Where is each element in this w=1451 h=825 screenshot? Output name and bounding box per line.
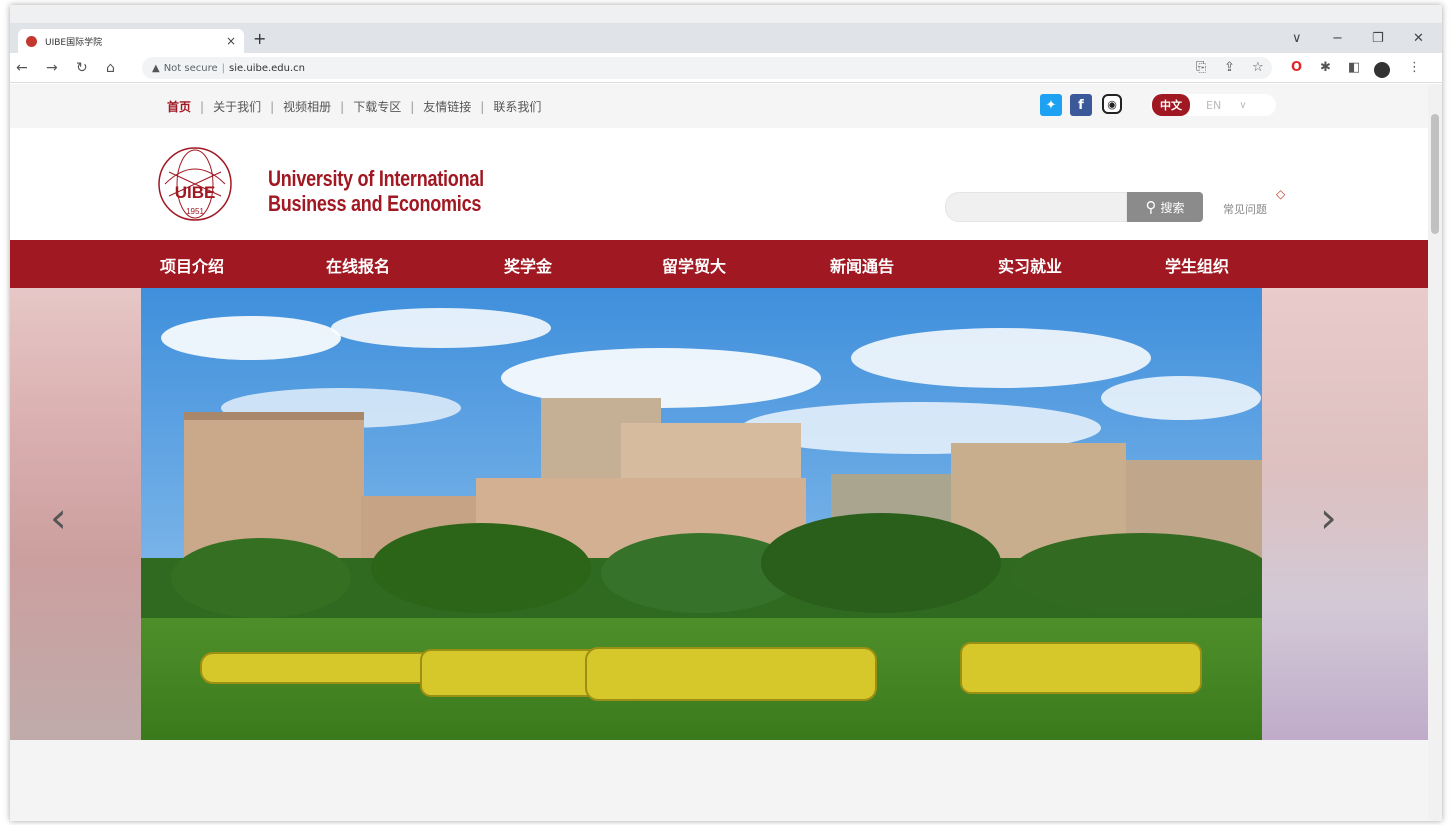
faq-link[interactable]: 常见问题 <box>1223 201 1267 217</box>
university-name[interactable]: University of International Business and… <box>268 166 484 216</box>
nav-link-about[interactable]: 关于我们 <box>213 98 261 115</box>
seal-year: 1951 <box>186 207 204 216</box>
menu-item-news[interactable]: 新闻通告 <box>830 253 894 277</box>
scrollbar-thumb[interactable] <box>1431 114 1439 234</box>
opera-extension-icon[interactable]: O <box>1291 60 1302 75</box>
search-button[interactable]: ⚲ 搜索 <box>1127 192 1203 222</box>
carousel-prev-arrow[interactable]: ‹ <box>50 493 67 542</box>
browser-tab[interactable]: UIBE国际学院 × <box>18 29 244 53</box>
nav-link-contact[interactable]: 联系我们 <box>493 98 541 115</box>
restore-button[interactable]: ❐ <box>1372 31 1384 46</box>
lang-zh-button[interactable]: 中文 <box>1152 94 1190 116</box>
not-secure-label: Not secure <box>163 62 218 74</box>
lang-en-button[interactable]: EN <box>1206 99 1221 112</box>
close-window-button[interactable]: ✕ <box>1413 31 1424 46</box>
main-navigation: 项目介绍 在线报名 奖学金 留学贸大 新闻通告 实习就业 学生组织 <box>10 240 1428 288</box>
university-name-line1: University of International <box>268 166 484 191</box>
nav-link-downloads[interactable]: 下载专区 <box>353 98 401 115</box>
nav-link-home[interactable]: 首页 <box>167 98 191 115</box>
facebook-icon[interactable]: f <box>1070 94 1092 116</box>
nav-link-gallery[interactable]: 视频相册 <box>283 98 331 115</box>
chevron-down-icon[interactable]: ∨ <box>1239 100 1246 111</box>
reload-icon[interactable]: ↻ <box>76 60 88 76</box>
window-top-strip <box>10 5 1442 23</box>
language-switcher[interactable]: 中文 EN ∨ <box>1150 94 1276 116</box>
tab-search-chevron-icon[interactable]: ∨ <box>1292 31 1302 46</box>
nav-divider: | <box>270 99 275 114</box>
instagram-icon[interactable]: ◉ <box>1102 94 1122 114</box>
page-scrollbar[interactable] <box>1428 84 1442 821</box>
url-divider: | <box>221 62 226 74</box>
utility-links: 首页 | 关于我们 | 视频相册 | 下载专区 | 友情链接 | 联系我们 <box>158 98 550 115</box>
site-header: UIBE 1951 University of International Bu… <box>10 128 1428 240</box>
uibe-seal-logo[interactable]: UIBE 1951 <box>155 144 235 224</box>
url-input[interactable]: ▲ Not secure | sie.uibe.edu.cn <box>142 57 1272 79</box>
side-panel-icon[interactable]: ◧ <box>1348 60 1360 75</box>
tab-title: UIBE国际学院 <box>45 37 103 48</box>
browser-menu-icon[interactable]: ⋮ <box>1408 60 1421 75</box>
translate-icon[interactable]: ⎘ <box>1196 60 1206 75</box>
web-page: 首页 | 关于我们 | 视频相册 | 下载专区 | 友情链接 | 联系我们 ✦ … <box>10 84 1442 821</box>
menu-item-student-org[interactable]: 学生组织 <box>1165 253 1229 277</box>
faq-tag-icon: ◇ <box>1276 187 1286 201</box>
nav-divider: | <box>410 99 415 114</box>
university-name-line2: Business and Economics <box>268 191 482 216</box>
seal-letters: UIBE <box>175 183 216 202</box>
nav-divider: | <box>480 99 485 114</box>
below-banner-section <box>10 740 1428 821</box>
search-icon: ⚲ <box>1145 198 1157 216</box>
nav-divider: | <box>200 99 205 114</box>
tab-close-icon[interactable]: × <box>226 34 236 48</box>
new-tab-button[interactable]: + <box>253 29 266 48</box>
campus-photo <box>141 288 1262 740</box>
bookmark-star-icon[interactable]: ☆ <box>1252 60 1264 75</box>
uibe-favicon-icon <box>26 35 37 47</box>
warning-triangle-icon: ▲ <box>152 62 160 74</box>
home-icon[interactable]: ⌂ <box>106 60 115 76</box>
profile-avatar[interactable] <box>1374 62 1390 78</box>
menu-item-study-at-uibe[interactable]: 留学贸大 <box>662 253 726 277</box>
screenshot-frame: UIBE国际学院 × + ∨ − ❐ ✕ ← → ↻ ⌂ ▲ Not secur… <box>10 5 1442 821</box>
minimize-button[interactable]: − <box>1332 31 1343 46</box>
next-slide-preview <box>1262 288 1428 740</box>
menu-item-career[interactable]: 实习就业 <box>998 253 1062 277</box>
previous-slide-preview <box>10 288 141 740</box>
url-text: sie.uibe.edu.cn <box>229 62 305 74</box>
twitter-icon[interactable]: ✦ <box>1040 94 1062 116</box>
search-input[interactable] <box>945 192 1127 222</box>
menu-item-apply-online[interactable]: 在线报名 <box>326 253 390 277</box>
top-utility-nav: 首页 | 关于我们 | 视频相册 | 下载专区 | 友情链接 | 联系我们 ✦ … <box>10 84 1428 128</box>
carousel-next-arrow[interactable]: › <box>1320 493 1337 542</box>
nav-divider: | <box>340 99 345 114</box>
hero-carousel: ‹ › <box>10 288 1428 740</box>
extensions-puzzle-icon[interactable]: ✱ <box>1320 60 1331 75</box>
share-icon[interactable]: ⇪ <box>1224 60 1235 75</box>
menu-item-scholarship[interactable]: 奖学金 <box>504 253 552 277</box>
nav-link-friend-links[interactable]: 友情链接 <box>423 98 471 115</box>
menu-item-programs[interactable]: 项目介绍 <box>160 253 224 277</box>
forward-arrow-icon[interactable]: → <box>46 60 58 76</box>
search-button-label: 搜索 <box>1160 200 1185 215</box>
back-arrow-icon[interactable]: ← <box>16 60 28 76</box>
